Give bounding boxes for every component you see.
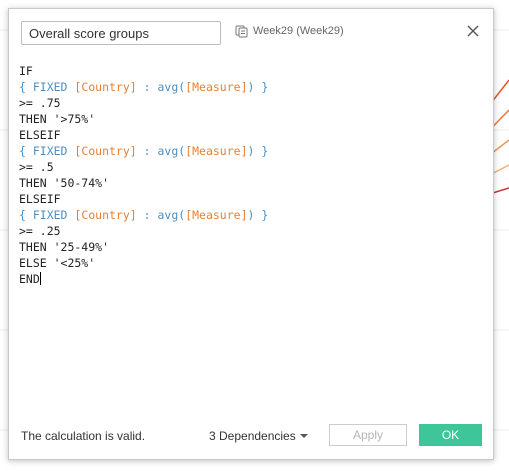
field-token: [Country] — [74, 80, 137, 94]
function-token: ) } — [247, 144, 269, 158]
code-line: THEN '25-49%' — [19, 239, 481, 255]
validation-status: The calculation is valid. — [21, 429, 146, 443]
function-token: ) } — [247, 80, 269, 94]
field-token: [Country] — [74, 208, 137, 222]
code-token: >= .75 — [19, 96, 61, 110]
field-token: [Measure] — [185, 208, 248, 222]
dependencies-dropdown[interactable]: 3 Dependencies — [209, 429, 308, 443]
code-line: >= .25 — [19, 223, 481, 239]
ok-button[interactable]: OK — [419, 424, 482, 446]
code-line: END — [19, 271, 481, 287]
code-line: THEN '50-74%' — [19, 175, 481, 191]
code-token: ELSEIF — [19, 128, 61, 142]
code-token: THEN '50-74%' — [19, 176, 110, 190]
code-line: ELSEIF — [19, 191, 481, 207]
function-token: avg( — [157, 144, 186, 158]
code-line: { FIXED [Country] : avg([Measure]) } — [19, 79, 481, 95]
code-line: IF — [19, 63, 481, 79]
formula-editor[interactable]: IF{ FIXED [Country] : avg([Measure]) } >=… — [19, 63, 481, 413]
function-token: ) } — [247, 208, 269, 222]
datasource-indicator: Week29 (Week29) — [235, 24, 344, 38]
code-line: >= .5 — [19, 159, 481, 175]
code-token: ELSEIF — [19, 192, 61, 206]
code-token: IF — [19, 64, 33, 78]
chevron-down-icon — [299, 434, 308, 438]
field-token: [Measure] — [185, 80, 248, 94]
code-line: ELSE '<25%' — [19, 255, 481, 271]
field-token: [Measure] — [185, 144, 248, 158]
calculation-editor-dialog: Week29 (Week29) IF{ FIXED [Country] : av… — [8, 8, 494, 460]
code-line: >= .75 — [19, 95, 481, 111]
dialog-header: Week29 (Week29) — [9, 9, 493, 57]
close-icon[interactable] — [465, 23, 481, 39]
code-line: { FIXED [Country] : avg([Measure]) } — [19, 143, 481, 159]
code-token: THEN '>75%' — [19, 112, 96, 126]
function-token: : — [136, 208, 158, 222]
function-token: avg( — [157, 208, 186, 222]
code-token: END — [19, 272, 40, 286]
function-token: { FIXED — [19, 80, 75, 94]
field-token: [Country] — [74, 144, 137, 158]
dependencies-label: 3 Dependencies — [209, 429, 296, 443]
code-token: ELSE '<25%' — [19, 256, 96, 270]
dialog-footer: The calculation is valid. 3 Dependencies… — [9, 415, 493, 459]
apply-button[interactable]: Apply — [329, 424, 407, 446]
function-token: { FIXED — [19, 208, 75, 222]
code-line: THEN '>75%' — [19, 111, 481, 127]
code-token: THEN '25-49%' — [19, 240, 110, 254]
function-token: : — [136, 80, 158, 94]
function-token: { FIXED — [19, 144, 75, 158]
code-line: { FIXED [Country] : avg([Measure]) } — [19, 207, 481, 223]
code-token: >= .5 — [19, 160, 54, 174]
datasource-icon — [235, 24, 249, 38]
function-token: : — [136, 144, 158, 158]
function-token: avg( — [157, 80, 186, 94]
code-line: ELSEIF — [19, 127, 481, 143]
datasource-label: Week29 (Week29) — [253, 25, 344, 37]
text-caret — [39, 272, 41, 285]
code-token: >= .25 — [19, 224, 61, 238]
calculation-name-input[interactable] — [21, 21, 221, 45]
